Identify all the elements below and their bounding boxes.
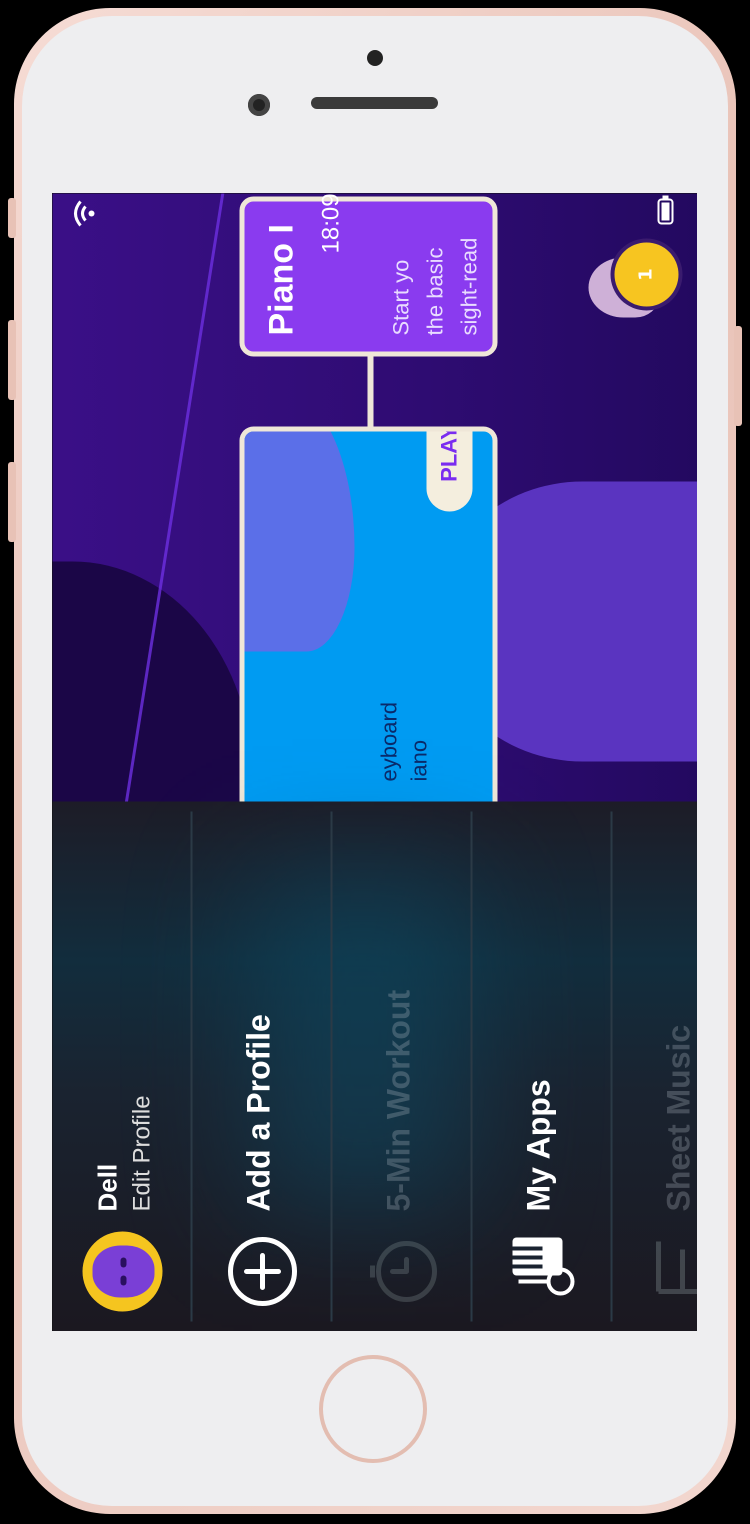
path-connector [367,356,373,426]
power-button [734,326,742,426]
avatar [82,1231,162,1311]
avatar-eye [120,1257,126,1267]
menu-item-label: 5-Min Workout [380,989,416,1211]
menu-item-label: Sheet Music [660,1024,696,1211]
course-title: Piano I [262,223,300,335]
avatar-face [92,1245,154,1297]
streak-count: 1 [635,267,656,281]
rotated-viewport: eyboard iano PLAY Piano I Start yo the b… [52,193,697,1331]
play-button[interactable]: PLAY [426,426,472,511]
screen: eyboard iano PLAY Piano I Start yo the b… [52,193,697,1331]
wifi-icon [73,200,94,226]
lesson-card-text: eyboard iano [376,701,431,781]
instruments-icon [512,1237,574,1295]
front-sensor [367,50,383,66]
menu-item-label: My Apps [520,1078,556,1211]
plus-circle-icon [227,1236,297,1306]
volume-down-button [8,462,16,542]
menu-item-sheet-music: Sheet Music [612,801,697,1331]
sheet-music-icon [655,1241,697,1294]
edit-profile-link[interactable]: Edit Profile [128,1095,156,1211]
menu-item-label: Add a Profile [240,1013,276,1211]
menu-item-my-apps[interactable]: My Apps [472,801,612,1331]
profile-row[interactable]: Dell Edit Profile [52,801,192,1331]
home-button[interactable] [319,1355,427,1463]
avatar-eye [120,1275,126,1285]
streak-badge[interactable]: 1 [588,231,692,331]
piano-course-card[interactable]: Piano I Start yo the basic sight-read [239,196,497,356]
status-time: 18:09 [317,193,344,253]
battery-icon [657,195,673,224]
profile-name: Dell [92,1163,122,1211]
stopwatch-icon [369,1240,437,1302]
side-menu: Dell Edit Profile Add a Profile 5-Min Wo… [52,801,697,1331]
earpiece-speaker [311,97,438,109]
current-lesson-card[interactable]: eyboard iano PLAY [239,426,497,801]
menu-item-5-min-workout: 5-Min Workout [332,801,472,1331]
card-artwork [239,426,354,651]
course-description: Start yo the basic sight-read [388,237,481,335]
front-camera [248,94,270,116]
mute-switch [8,198,16,238]
menu-item-add-profile[interactable]: Add a Profile [192,801,332,1331]
background-shape [52,561,252,801]
volume-up-button [8,320,16,400]
